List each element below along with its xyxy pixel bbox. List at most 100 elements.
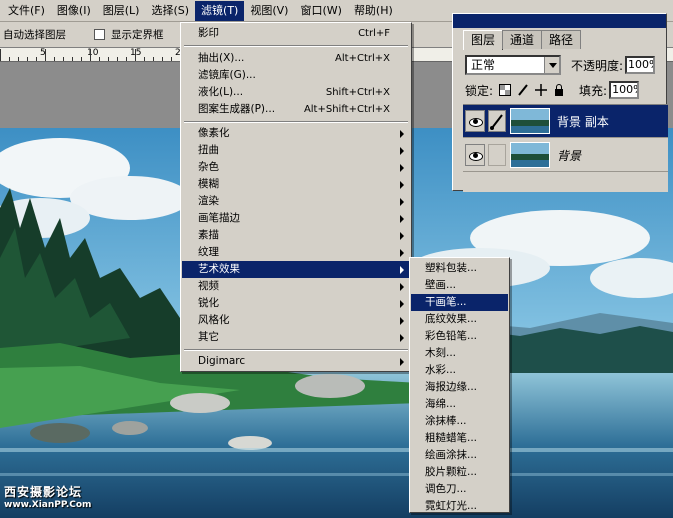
- artistic-colored-pencil[interactable]: 彩色铅笔...: [411, 328, 508, 345]
- filter-sharpen[interactable]: 锐化: [182, 295, 410, 312]
- show-bounds-label[interactable]: 显示定界框: [111, 27, 164, 42]
- artistic-watercolor[interactable]: 水彩...: [411, 362, 508, 379]
- tab-channels[interactable]: 通道: [502, 30, 543, 49]
- ruler-tick: [108, 57, 109, 61]
- menu-view[interactable]: 视图(V): [244, 1, 294, 21]
- artistic-rough-pastels[interactable]: 粗糙蜡笔...: [411, 430, 508, 447]
- blend-mode-select[interactable]: 正常: [465, 55, 561, 75]
- ruler-tick: [63, 57, 64, 61]
- layer-row-background[interactable]: 背景: [463, 139, 668, 172]
- filter-texture[interactable]: 纹理: [182, 244, 410, 261]
- ruler-label: 10: [87, 48, 99, 58]
- filter-last-filter[interactable]: 影印 Ctrl+F: [182, 25, 410, 42]
- artistic-submenu: 塑料包装... 壁画... 干画笔... 底纹效果... 彩色铅笔... 木刻.…: [409, 257, 510, 513]
- filter-distort[interactable]: 扭曲: [182, 142, 410, 159]
- filter-other[interactable]: 其它: [182, 329, 410, 346]
- artistic-fresco[interactable]: 壁画...: [411, 277, 508, 294]
- layer-name: 背景 副本: [557, 114, 609, 129]
- menu-layer[interactable]: 图层(L): [97, 1, 146, 21]
- artistic-film-grain[interactable]: 胶片颗粒...: [411, 464, 508, 481]
- brush-icon[interactable]: [488, 110, 506, 132]
- ruler-tick: [135, 49, 136, 61]
- filter-gallery[interactable]: 滤镜库(G)...: [182, 67, 410, 84]
- lock-image-pixels-icon[interactable]: [517, 84, 529, 96]
- artistic-dry-brush[interactable]: 干画笔...: [411, 294, 508, 311]
- ruler-tick: [144, 57, 145, 61]
- layer-name: 背景: [557, 148, 582, 163]
- link-slot[interactable]: [488, 144, 506, 166]
- layers-palette: 图层 通道 路径 正常 不透明度: 100% 锁定: 填充: 100%: [452, 13, 668, 192]
- auto-select-layer-label[interactable]: 自动选择图层: [3, 27, 66, 42]
- submenu-arrow-icon: [400, 147, 404, 155]
- artistic-paint-daubs[interactable]: 绘画涂抹...: [411, 447, 508, 464]
- menu-filter[interactable]: 滤镜(T): [195, 0, 245, 21]
- filter-video[interactable]: 视频: [182, 278, 410, 295]
- submenu-arrow-icon: [400, 249, 404, 257]
- filter-artistic[interactable]: 艺术效果: [182, 261, 410, 278]
- submenu-arrow-icon: [400, 215, 404, 223]
- menu-help[interactable]: 帮助(H): [348, 1, 399, 21]
- eye-icon[interactable]: [465, 110, 485, 132]
- menu-separator: [184, 121, 408, 123]
- artistic-poster-edges[interactable]: 海报边缘...: [411, 379, 508, 396]
- filter-render[interactable]: 渲染: [182, 193, 410, 210]
- artistic-palette-knife[interactable]: 调色刀...: [411, 481, 508, 498]
- tab-layers[interactable]: 图层: [463, 30, 504, 50]
- filter-sketch[interactable]: 素描: [182, 227, 410, 244]
- submenu-arrow-icon: [400, 164, 404, 172]
- lock-all-icon[interactable]: [553, 84, 565, 96]
- filter-pattern-maker[interactable]: 图案生成器(P)... Alt+Shift+Ctrl+X: [182, 101, 410, 118]
- filter-digimarc[interactable]: Digimarc: [182, 353, 410, 370]
- artistic-neon-glow[interactable]: 霓虹灯光...: [411, 498, 508, 515]
- layer-row-background-copy[interactable]: 背景 副本: [463, 105, 668, 138]
- menu-select[interactable]: 选择(S): [145, 1, 195, 21]
- chevron-down-icon[interactable]: [544, 57, 559, 73]
- filter-extract[interactable]: 抽出(X)... Alt+Ctrl+X: [182, 50, 410, 67]
- watermark-title: 西安摄影论坛: [4, 485, 83, 499]
- ruler-tick: [126, 57, 127, 61]
- ruler-tick: [117, 57, 118, 61]
- menu-separator: [184, 45, 408, 47]
- artistic-smudge-stick[interactable]: 涂抹棒...: [411, 413, 508, 430]
- ruler-tick: [0, 49, 1, 61]
- menu-window[interactable]: 窗口(W): [294, 1, 347, 21]
- palette-tabs: 图层 通道 路径: [463, 30, 582, 50]
- layer-thumbnail: [510, 108, 550, 134]
- artistic-underpainting[interactable]: 底纹效果...: [411, 311, 508, 328]
- opacity-input[interactable]: 100%: [625, 56, 656, 74]
- palette-titlebar[interactable]: [453, 14, 666, 28]
- ruler-tick: [81, 57, 82, 61]
- ruler-tick: [153, 57, 154, 61]
- artistic-plastic-wrap[interactable]: 塑料包装...: [411, 260, 508, 277]
- submenu-arrow-icon: [400, 283, 404, 291]
- submenu-arrow-icon: [400, 181, 404, 189]
- filter-brush-strokes[interactable]: 画笔描边: [182, 210, 410, 227]
- ruler-tick: [90, 49, 91, 61]
- fill-input[interactable]: 100%: [609, 81, 640, 99]
- ruler-tick: [9, 57, 10, 61]
- filter-blur[interactable]: 模糊: [182, 176, 410, 193]
- submenu-arrow-icon: [400, 266, 404, 274]
- menu-file[interactable]: 文件(F): [2, 1, 51, 21]
- eye-icon[interactable]: [465, 144, 485, 166]
- lock-position-icon[interactable]: [535, 84, 548, 96]
- opacity-label: 不透明度:: [571, 58, 624, 73]
- menu-image[interactable]: 图像(I): [51, 1, 97, 21]
- submenu-arrow-icon: [400, 334, 404, 342]
- ruler-tick: [54, 57, 55, 61]
- filter-pixelate[interactable]: 像素化: [182, 125, 410, 142]
- submenu-arrow-icon: [400, 198, 404, 206]
- filter-stylize[interactable]: 风格化: [182, 312, 410, 329]
- tab-paths[interactable]: 路径: [541, 30, 582, 49]
- filter-liquify[interactable]: 液化(L)... Shift+Ctrl+X: [182, 84, 410, 101]
- layer-list: 背景 副本 背景: [463, 104, 668, 192]
- ruler-tick: [18, 57, 19, 61]
- blend-row: 正常 不透明度: 100%: [465, 54, 668, 76]
- show-bounds-checkbox[interactable]: [94, 29, 105, 40]
- watermark: 西安摄影论坛 www.XianPP.Com: [4, 483, 91, 510]
- lock-transparency-icon[interactable]: [499, 84, 512, 96]
- watermark-url: www.XianPP.Com: [4, 500, 92, 510]
- artistic-cutout[interactable]: 木刻...: [411, 345, 508, 362]
- filter-noise[interactable]: 杂色: [182, 159, 410, 176]
- artistic-sponge[interactable]: 海绵...: [411, 396, 508, 413]
